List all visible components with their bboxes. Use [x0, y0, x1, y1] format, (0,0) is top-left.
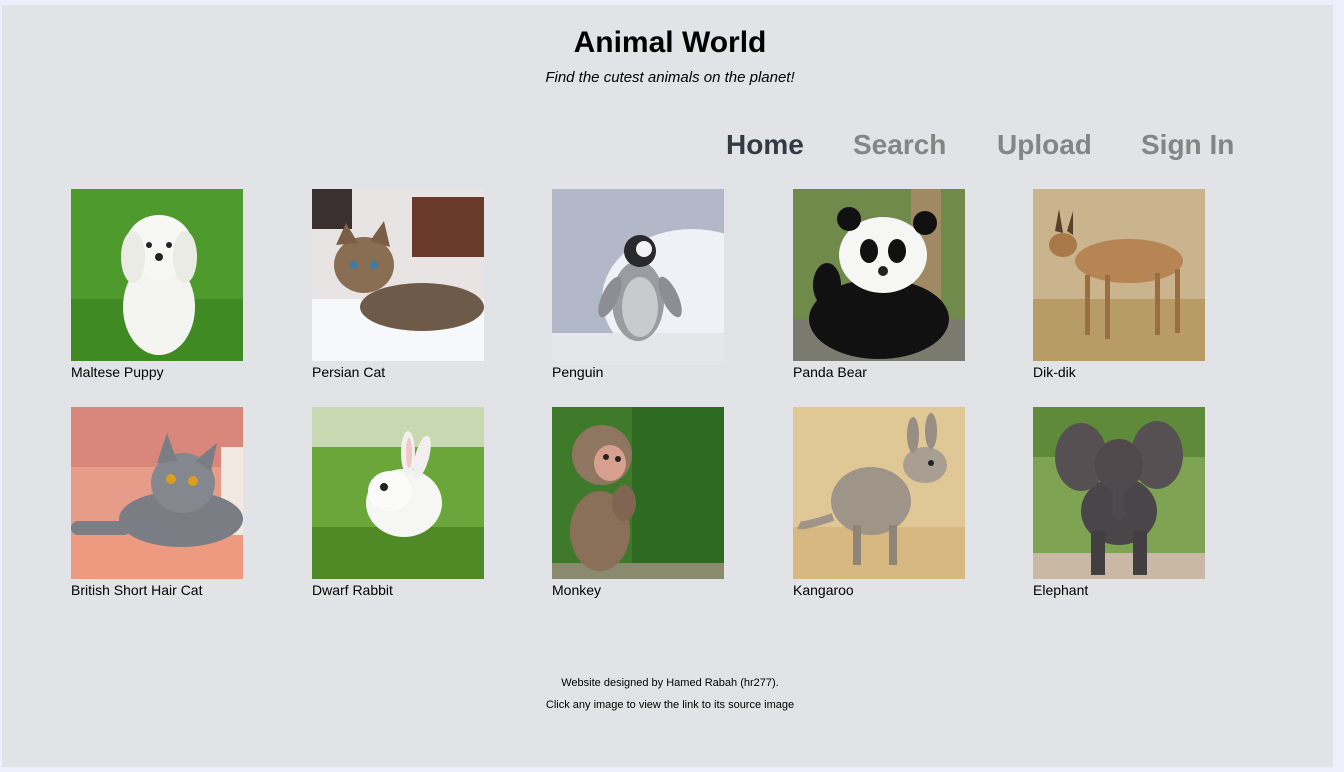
- gallery-item-maltese-puppy: Maltese Puppy: [71, 189, 243, 380]
- gallery-item-british-short-hair-cat: British Short Hair Cat: [71, 407, 243, 598]
- nav-home-link[interactable]: Home: [726, 129, 804, 161]
- gallery-caption: Monkey: [552, 582, 602, 598]
- nav-search-link[interactable]: Search: [853, 129, 946, 161]
- gallery-caption: Panda Bear: [793, 364, 867, 380]
- gallery-caption: Dik-dik: [1033, 364, 1076, 380]
- gallery-item-dwarf-rabbit: Dwarf Rabbit: [312, 407, 484, 598]
- gallery-caption: Kangaroo: [793, 582, 854, 598]
- gallery-caption: Persian Cat: [312, 364, 386, 380]
- gallery-caption: Penguin: [552, 364, 604, 380]
- panda-bear-image[interactable]: [793, 189, 965, 361]
- gallery-item-elephant: Elephant: [1033, 407, 1205, 598]
- elephant-image[interactable]: [1033, 407, 1205, 579]
- nav-sign-in-link[interactable]: Sign In: [1141, 129, 1234, 161]
- gallery-item-dik-dik: Dik-dik: [1033, 189, 1205, 380]
- gallery-item-panda-bear: Panda Bear: [793, 189, 965, 380]
- page-title: Animal World: [573, 26, 767, 59]
- gallery-item-kangaroo: Kangaroo: [793, 407, 965, 598]
- british-short-hair-cat-image[interactable]: [71, 407, 243, 579]
- dik-dik-image[interactable]: [1033, 189, 1205, 361]
- dwarf-rabbit-image[interactable]: [312, 407, 484, 579]
- gallery-item-persian-cat: Persian Cat: [312, 189, 484, 380]
- penguin-image[interactable]: [552, 189, 724, 361]
- footer-credit: Website designed by Hamed Rabah (hr277).: [561, 677, 779, 689]
- gallery-caption: British Short Hair Cat: [71, 582, 203, 598]
- gallery-caption: Maltese Puppy: [71, 364, 164, 380]
- gallery-caption: Dwarf Rabbit: [312, 582, 393, 598]
- page: Animal World Find the cutest animals on …: [2, 5, 1333, 767]
- maltese-puppy-image[interactable]: [71, 189, 243, 361]
- gallery-item-penguin: Penguin: [552, 189, 724, 380]
- tagline: Find the cutest animals on the planet!: [545, 69, 795, 86]
- nav-upload-link[interactable]: Upload: [997, 129, 1092, 161]
- kangaroo-image[interactable]: [793, 407, 965, 579]
- gallery-item-monkey: Monkey: [552, 407, 724, 598]
- persian-cat-image[interactable]: [312, 189, 484, 361]
- gallery-caption: Elephant: [1033, 582, 1089, 598]
- monkey-image[interactable]: [552, 407, 724, 579]
- footer-note: Click any image to view the link to its …: [545, 699, 795, 711]
